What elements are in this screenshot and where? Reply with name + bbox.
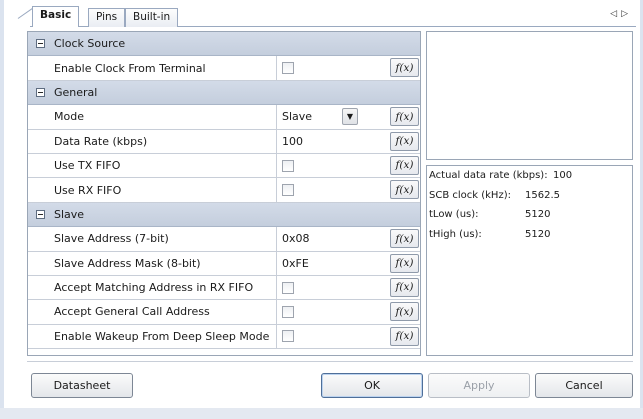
- enable-clock-checkbox[interactable]: [282, 62, 294, 75]
- property-row-use-tx-fifo: Use TX FIFO f(x): [28, 153, 420, 179]
- tab-scroll-left-icon[interactable]: ◁: [610, 9, 621, 19]
- property-row-mode: Mode Slave ▼ f(x): [28, 105, 420, 130]
- enable-wakeup-checkbox[interactable]: [282, 330, 294, 343]
- tab-pins[interactable]: Pins: [88, 8, 126, 27]
- info-actual-data-rate: Actual data rate (kbps): 100: [427, 170, 632, 190]
- category-label: Slave: [54, 207, 85, 221]
- fx-button[interactable]: f(x): [390, 277, 419, 297]
- use-rx-fifo-checkbox[interactable]: [282, 184, 294, 197]
- info-label: SCB clock (kHz):: [429, 189, 511, 201]
- property-value: f(x): [277, 56, 420, 79]
- category-general[interactable]: General: [28, 80, 420, 106]
- property-name: Slave Address Mask (8-bit): [28, 251, 277, 275]
- dropdown-arrow-icon[interactable]: ▼: [342, 108, 358, 126]
- preview-panel: [426, 31, 633, 160]
- property-value: Slave ▼ f(x): [277, 105, 420, 128]
- fx-button[interactable]: f(x): [390, 155, 419, 175]
- tab-scroll-buttons[interactable]: ◁▷: [610, 9, 632, 19]
- mode-select[interactable]: Slave ▼: [278, 107, 358, 126]
- fx-button[interactable]: f(x): [390, 131, 419, 151]
- collapse-icon[interactable]: [36, 87, 45, 97]
- property-name: Accept General Call Address: [28, 300, 277, 324]
- apply-button[interactable]: Apply: [428, 373, 530, 398]
- property-value: f(x): [277, 276, 420, 299]
- property-row-enable-wakeup: Enable Wakeup From Deep Sleep Mode f(x): [28, 324, 420, 350]
- fx-button[interactable]: f(x): [390, 326, 419, 346]
- accept-general-call-checkbox[interactable]: [282, 305, 294, 318]
- fx-button[interactable]: f(x): [390, 107, 419, 127]
- fx-button[interactable]: f(x): [390, 229, 419, 249]
- collapse-icon[interactable]: [36, 39, 45, 49]
- ok-button[interactable]: OK: [321, 373, 423, 398]
- property-row-slave-address-mask: Slave Address Mask (8-bit) 0xFE f(x): [28, 251, 420, 276]
- info-label: tHigh (us):: [429, 228, 482, 240]
- property-row-slave-address: Slave Address (7-bit) 0x08 f(x): [28, 227, 420, 252]
- info-label: tLow (us):: [429, 209, 479, 220]
- tab-basic[interactable]: Basic: [32, 6, 80, 27]
- collapse-icon[interactable]: [36, 209, 45, 219]
- info-value: 5120: [525, 209, 551, 220]
- property-row-data-rate: Data Rate (kbps) 100 f(x): [28, 129, 420, 154]
- info-panel: Actual data rate (kbps): 100 SCB clock (…: [426, 165, 633, 356]
- fx-button[interactable]: f(x): [390, 253, 419, 273]
- use-tx-fifo-checkbox[interactable]: [282, 159, 294, 172]
- info-scb-clock: SCB clock (kHz): 1562.5: [427, 190, 632, 210]
- divider: [27, 361, 633, 362]
- property-grid: Clock Source Enable Clock From Terminal …: [27, 31, 421, 356]
- accept-matching-checkbox[interactable]: [282, 281, 294, 294]
- mode-select-value: Slave: [282, 110, 313, 124]
- info-value: 1562.5: [525, 189, 560, 201]
- tab-scroll-right-icon[interactable]: ▷: [621, 9, 632, 19]
- property-value: f(x): [277, 178, 420, 201]
- cancel-button[interactable]: Cancel: [535, 373, 633, 398]
- property-name: Slave Address (7-bit): [28, 227, 277, 251]
- window-frame-bottom: [0, 408, 643, 419]
- property-row-accept-general-call: Accept General Call Address f(x): [28, 300, 420, 325]
- info-value: 100: [553, 170, 573, 181]
- info-label: Actual data rate (kbps):: [429, 170, 548, 181]
- tab-built-in[interactable]: Built-in: [125, 8, 179, 27]
- fx-button[interactable]: f(x): [390, 58, 419, 78]
- property-row-use-rx-fifo: Use RX FIFO f(x): [28, 178, 420, 203]
- fx-button[interactable]: f(x): [390, 180, 419, 200]
- fx-button[interactable]: f(x): [390, 302, 419, 322]
- category-label: Clock Source: [54, 37, 126, 51]
- window-frame-left: [0, 0, 4, 419]
- property-row-accept-matching: Accept Matching Address in RX FIFO f(x): [28, 275, 420, 301]
- info-thigh: tHigh (us): 5120: [427, 229, 632, 249]
- category-label: General: [54, 85, 98, 99]
- category-clock-source[interactable]: Clock Source: [28, 32, 420, 57]
- property-name: Data Rate (kbps): [28, 129, 277, 153]
- info-value: 5120: [525, 228, 551, 240]
- info-tlow: tLow (us): 5120: [427, 209, 632, 229]
- category-slave[interactable]: Slave: [28, 202, 420, 228]
- property-name: Use RX FIFO: [28, 178, 277, 202]
- property-value: f(x): [277, 154, 420, 177]
- property-name: Enable Clock From Terminal: [28, 56, 277, 80]
- datasheet-button[interactable]: Datasheet: [31, 373, 133, 398]
- property-name: Enable Wakeup From Deep Sleep Mode: [28, 324, 277, 349]
- property-value: f(x): [277, 300, 420, 323]
- property-name: Use TX FIFO: [28, 153, 277, 178]
- tab-strip: Basic Pins Built-in ◁▷: [8, 5, 636, 27]
- property-row-enable-clock: Enable Clock From Terminal f(x): [28, 56, 420, 81]
- property-name: Mode: [28, 105, 277, 129]
- property-value: f(x): [277, 325, 420, 348]
- property-name: Accept Matching Address in RX FIFO: [28, 275, 277, 300]
